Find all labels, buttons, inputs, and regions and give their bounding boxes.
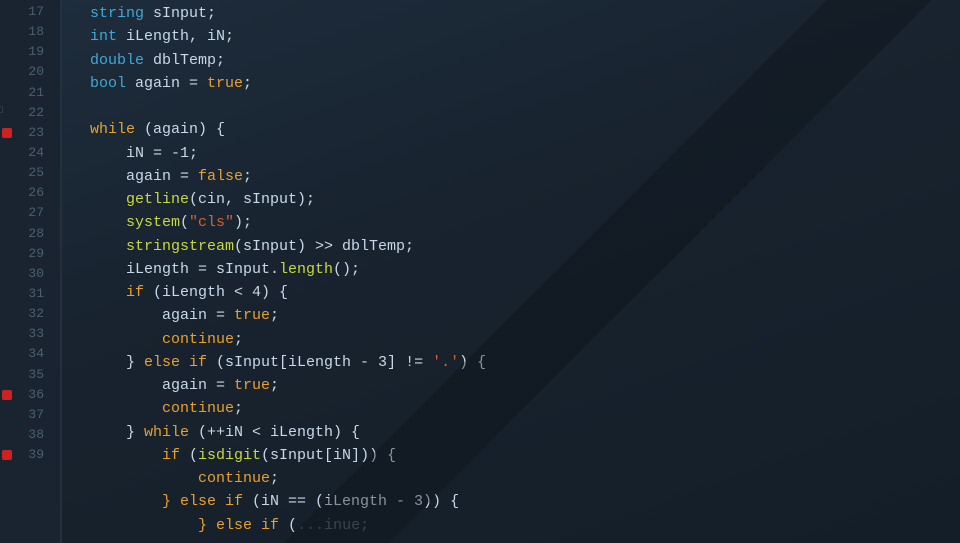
code-line-17: string sInput; — [90, 2, 940, 25]
code-line-36: if (isdigit(sInput[iN])) { — [90, 444, 940, 467]
line-number-22: 22 — [0, 103, 50, 123]
line-number-31: 31 — [0, 284, 50, 304]
line-number-19: 19 — [0, 42, 50, 62]
code-line-31: continue; — [90, 328, 940, 351]
line-number-35: 35 — [0, 365, 50, 385]
code-line-27: stringstream(sInput) >> dblTemp; — [90, 235, 940, 258]
line-numbers: 1718192021222324252627282930313233343536… — [0, 0, 62, 543]
code-content: string sInput;int iLength, iN;double dbl… — [62, 0, 960, 543]
code-line-19: double dblTemp; — [90, 49, 940, 72]
line-number-26: 26 — [0, 183, 50, 203]
code-line-24: again = false; — [90, 165, 940, 188]
code-line-34: continue; — [90, 397, 940, 420]
code-line-30: again = true; — [90, 304, 940, 327]
line-number-25: 25 — [0, 163, 50, 183]
code-line-37: continue; — [90, 467, 940, 490]
line-number-30: 30 — [0, 264, 50, 284]
line-number-20: 20 — [0, 62, 50, 82]
code-line-29: if (iLength < 4) { — [90, 281, 940, 304]
line-number-23: 23 — [0, 123, 50, 143]
code-line-33: again = true; — [90, 374, 940, 397]
line-number-33: 33 — [0, 324, 50, 344]
line-number-28: 28 — [0, 224, 50, 244]
code-editor: 1718192021222324252627282930313233343536… — [0, 0, 960, 543]
line-number-36: 36 — [0, 385, 50, 405]
code-line-28: iLength = sInput.length(); — [90, 258, 940, 281]
line-number-32: 32 — [0, 304, 50, 324]
code-line-25: getline(cin, sInput); — [90, 188, 940, 211]
code-line-18: int iLength, iN; — [90, 25, 940, 48]
line-number-17: 17 — [0, 2, 50, 22]
code-line-22: while (again) { — [90, 118, 940, 141]
line-number-27: 27 — [0, 203, 50, 223]
code-line-26: system("cls"); — [90, 211, 940, 234]
code-line-21 — [90, 95, 940, 118]
line-number-34: 34 — [0, 344, 50, 364]
code-line-38: } else if (iN == (iLength - 3)) { — [90, 490, 940, 513]
line-number-24: 24 — [0, 143, 50, 163]
line-number-38: 38 — [0, 425, 50, 445]
line-number-37: 37 — [0, 405, 50, 425]
line-number-21: 21 — [0, 83, 50, 103]
line-number-18: 18 — [0, 22, 50, 42]
code-line-20: bool again = true; — [90, 72, 940, 95]
code-line-32: } else if (sInput[iLength - 3] != '.') { — [90, 351, 940, 374]
line-number-29: 29 — [0, 244, 50, 264]
code-line-23: iN = -1; — [90, 142, 940, 165]
code-line-35: } while (++iN < iLength) { — [90, 421, 940, 444]
line-number-39: 39 — [0, 445, 50, 465]
code-line-39: } else if (...inue; — [90, 514, 940, 537]
